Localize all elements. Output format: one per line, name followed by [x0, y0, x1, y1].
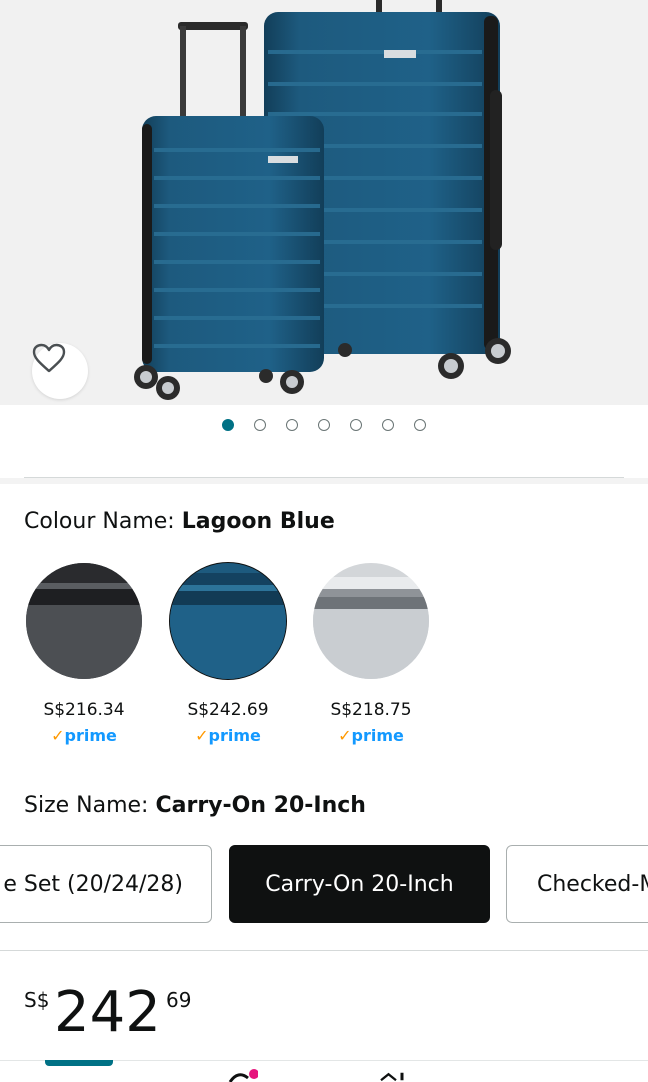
luggage-set-image	[134, 0, 511, 400]
pager-dot[interactable]	[318, 419, 330, 431]
pager-dot[interactable]	[254, 419, 266, 431]
swatch-image	[313, 563, 429, 679]
colour-name-label: Colour Name: Lagoon Blue	[24, 509, 335, 534]
heart-icon	[32, 343, 66, 373]
size-option-carry-on[interactable]: Carry-On 20-Inch	[229, 845, 490, 923]
swatch-price: S$218.75	[330, 700, 412, 720]
size-label-text: Size Name:	[24, 793, 149, 818]
colour-label-text: Colour Name:	[24, 509, 175, 534]
pager-dot[interactable]	[286, 419, 298, 431]
swatch-image	[26, 563, 142, 679]
prime-check-icon: ✓	[338, 726, 352, 745]
prime-check-icon: ✓	[195, 726, 209, 745]
active-tab-indicator	[45, 1060, 113, 1066]
size-option-label: Carry-On 20-Inch	[265, 871, 454, 897]
swatch-price: S$242.69	[187, 700, 269, 720]
pager-dot[interactable]	[222, 419, 234, 431]
size-option-checked[interactable]: Checked-M	[506, 845, 648, 923]
colour-swatch-lagoon-blue[interactable]	[170, 563, 286, 679]
prime-badge: ✓prime	[14, 726, 154, 745]
size-name-label: Size Name: Carry-On 20-Inch	[24, 793, 366, 818]
pager-dot[interactable]	[414, 419, 426, 431]
size-selected-value: Carry-On 20-Inch	[155, 793, 366, 818]
colour-selected-value: Lagoon Blue	[181, 509, 335, 534]
price-currency: S$	[24, 988, 50, 1012]
prime-text: prime	[208, 726, 261, 745]
size-option-label: Checked-M	[537, 871, 648, 897]
prime-text: prime	[351, 726, 404, 745]
pager-dot[interactable]	[350, 419, 362, 431]
product-image[interactable]	[0, 0, 648, 405]
size-option-label: e Set (20/24/28)	[3, 871, 183, 897]
divider	[0, 950, 648, 951]
image-pager	[0, 418, 648, 436]
price-whole: 242	[54, 980, 161, 1045]
swatch-image	[170, 563, 286, 679]
colour-swatch-black[interactable]	[26, 563, 142, 679]
pager-dot[interactable]	[382, 419, 394, 431]
wishlist-button[interactable]	[32, 343, 88, 399]
prime-text: prime	[64, 726, 117, 745]
swatch-price: S$216.34	[43, 700, 125, 720]
size-option-set[interactable]: e Set (20/24/28)	[0, 845, 212, 923]
price-fraction: 69	[166, 988, 192, 1012]
section-separator	[0, 478, 648, 484]
prime-badge: ✓prime	[158, 726, 298, 745]
prime-check-icon: ✓	[51, 726, 65, 745]
prime-badge: ✓prime	[301, 726, 441, 745]
colour-swatch-silver[interactable]	[313, 563, 429, 679]
